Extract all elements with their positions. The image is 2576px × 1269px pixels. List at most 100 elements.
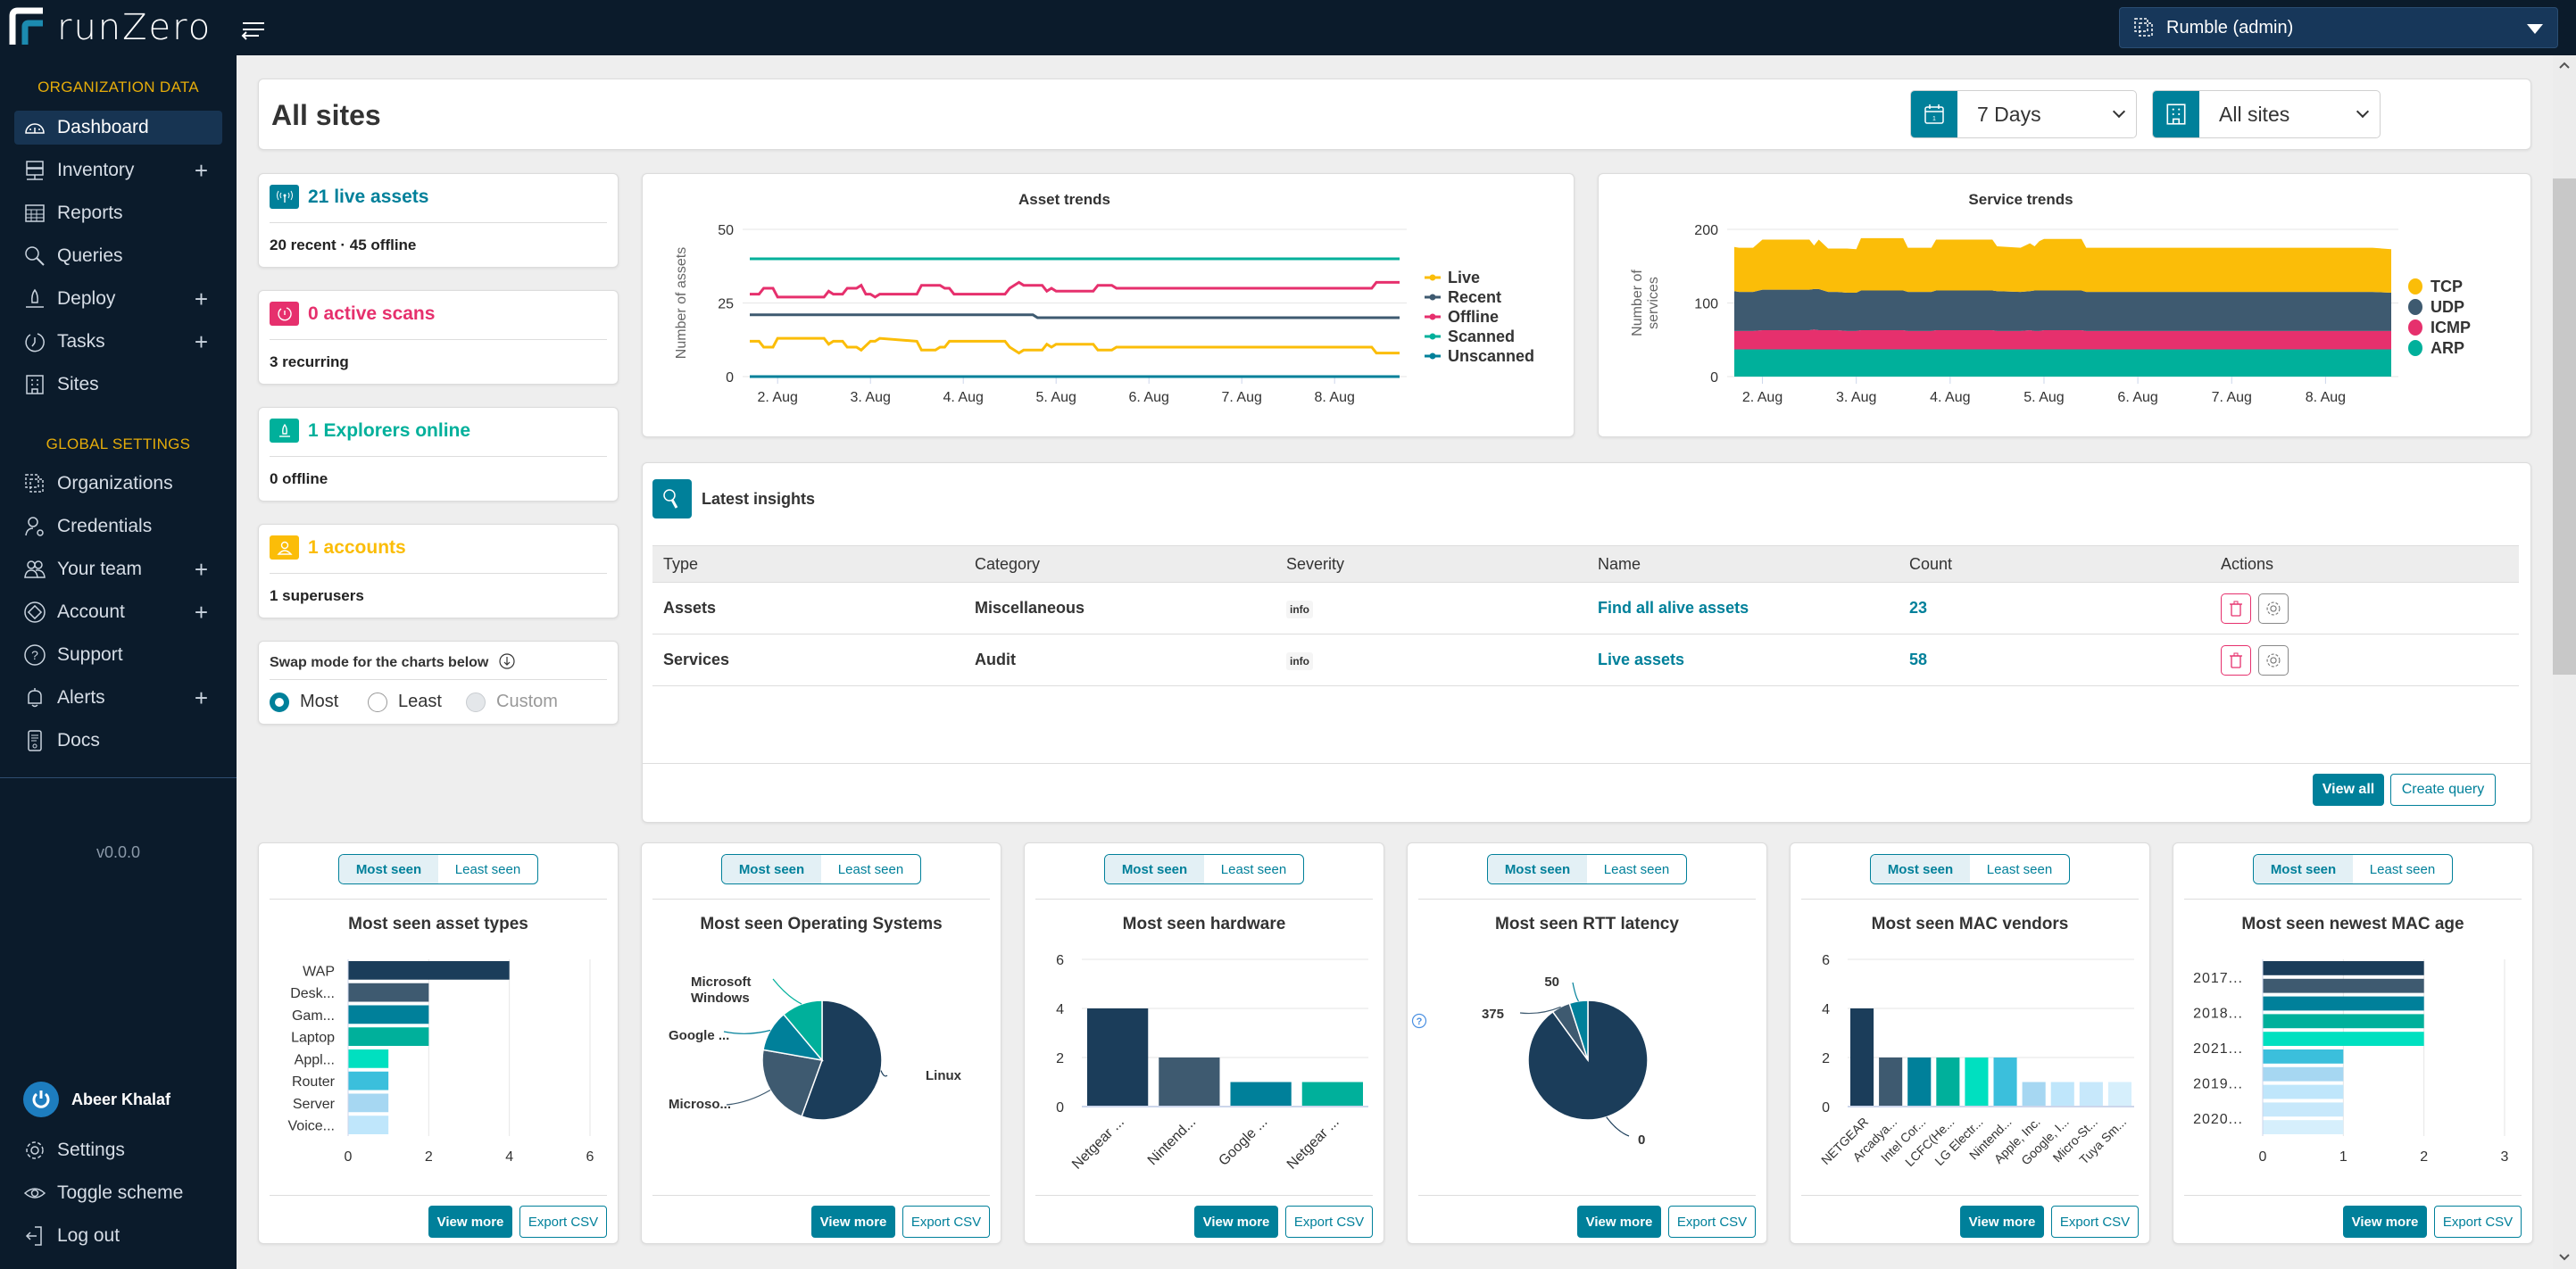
hardware-widget: Most seen Least seen Most seen hardware 0 2 4…: [1024, 842, 1384, 1244]
user-profile[interactable]: Abeer Khalaf: [23, 1082, 170, 1117]
svg-text:?: ?: [31, 648, 38, 662]
time-range-select[interactable]: 1 7 Days: [1910, 90, 2137, 138]
radio-least[interactable]: Least: [368, 692, 442, 712]
cell-category: Audit: [975, 651, 1016, 668]
sidebar-item-dashboard[interactable]: Dashboard: [14, 111, 222, 145]
delete-button[interactable]: [2221, 644, 2251, 676]
sidebar-item-credentials[interactable]: Credentials: [14, 510, 222, 543]
scrollbar-thumb[interactable]: [2553, 178, 2576, 675]
export-csv-button[interactable]: Export CSV: [2434, 1206, 2522, 1238]
least-seen-tab[interactable]: Least seen: [438, 855, 537, 883]
radio-most[interactable]: Most: [270, 692, 338, 712]
accounts-card[interactable]: 1 accounts 1 superusers: [258, 524, 619, 618]
least-seen-tab[interactable]: Least seen: [2353, 855, 2452, 883]
stat-title[interactable]: 21 live assets: [308, 187, 428, 208]
chart-title: Most seen Operating Systems: [700, 915, 943, 933]
view-more-button[interactable]: View more: [428, 1206, 512, 1238]
divider: [652, 899, 990, 900]
column-header-count[interactable]: Count: [1899, 555, 2210, 574]
delete-button[interactable]: [2221, 593, 2251, 624]
sidebar-item-log-out[interactable]: Log out: [14, 1219, 222, 1253]
sidebar-item-tasks[interactable]: Tasks +: [14, 325, 222, 359]
series-line-live: [750, 336, 1400, 355]
least-seen-tab[interactable]: Least seen: [1204, 855, 1303, 883]
export-csv-button[interactable]: Export CSV: [902, 1206, 990, 1238]
brand-logo[interactable]: runZero: [7, 5, 212, 50]
active-scans-card[interactable]: 0 active scans 3 recurring: [258, 290, 619, 385]
expand-plus-icon[interactable]: +: [195, 157, 208, 185]
collapse-menu-icon[interactable]: [239, 18, 266, 41]
view-more-button[interactable]: View more: [1960, 1206, 2044, 1238]
live-assets-card[interactable]: 21 live assets 20 recent · 45 offline: [258, 173, 619, 268]
sidebar-item-reports[interactable]: Reports: [14, 196, 222, 230]
rocket-icon: [26, 288, 44, 308]
export-csv-button[interactable]: Export CSV: [1668, 1206, 1756, 1238]
stat-title[interactable]: 0 active scans: [308, 303, 435, 325]
sidebar-item-support[interactable]: ? Support: [14, 638, 222, 672]
sidebar-item-queries[interactable]: Queries: [14, 239, 222, 273]
column-header-category[interactable]: Category: [964, 555, 1276, 574]
insight-name-link[interactable]: Find all alive assets: [1598, 599, 1749, 617]
create-query-button[interactable]: Create query: [2390, 774, 2496, 806]
scroll-up-icon[interactable]: [2558, 59, 2571, 71]
view-more-button[interactable]: View more: [1194, 1206, 1278, 1238]
most-seen-tab[interactable]: Most seen: [1488, 855, 1587, 883]
export-csv-button[interactable]: Export CSV: [519, 1206, 607, 1238]
most-seen-tab[interactable]: Most seen: [2254, 855, 2353, 883]
bar: [1087, 1008, 1149, 1107]
info-down-icon[interactable]: [498, 652, 516, 670]
divider: [270, 573, 607, 574]
least-seen-tab[interactable]: Least seen: [821, 855, 920, 883]
expand-plus-icon[interactable]: +: [195, 328, 208, 356]
view-all-button[interactable]: View all: [2313, 774, 2384, 806]
most-seen-tab[interactable]: Most seen: [1871, 855, 1970, 883]
radio-custom[interactable]: Custom: [466, 692, 558, 712]
sidebar-item-your-team[interactable]: Your team +: [14, 552, 222, 586]
sidebar-item-docs[interactable]: Docs: [14, 724, 222, 758]
bar: [2263, 1120, 2344, 1134]
divider: [270, 222, 607, 223]
view-more-button[interactable]: View more: [811, 1206, 895, 1238]
least-seen-tab[interactable]: Least seen: [1587, 855, 1686, 883]
column-header-name[interactable]: Name: [1587, 555, 1899, 574]
site-select[interactable]: All sites: [2152, 90, 2381, 138]
insight-count-link[interactable]: 23: [1909, 599, 1927, 617]
export-csv-button[interactable]: Export CSV: [2051, 1206, 2139, 1238]
expand-plus-icon[interactable]: +: [195, 556, 208, 584]
organization-selector[interactable]: Rumble (admin): [2119, 7, 2558, 48]
rtt-latency-widget: Most seen Least seen Most seen RTT latency…: [1407, 842, 1767, 1244]
sidebar-item-inventory[interactable]: Inventory +: [14, 153, 222, 187]
stat-title[interactable]: 1 accounts: [308, 537, 406, 559]
column-header-type[interactable]: Type: [652, 555, 964, 574]
expand-plus-icon[interactable]: +: [195, 286, 208, 313]
insight-name-link[interactable]: Live assets: [1598, 651, 1684, 668]
sidebar-item-settings[interactable]: Settings: [14, 1133, 222, 1167]
sidebar-item-account[interactable]: Account +: [14, 595, 222, 629]
gear-icon: [26, 1141, 44, 1159]
export-csv-button[interactable]: Export CSV: [1285, 1206, 1373, 1238]
sidebar-item-alerts[interactable]: Alerts +: [14, 681, 222, 715]
insights-table: Type Category Severity Name Count Action…: [652, 545, 2519, 686]
explorers-card[interactable]: 1 Explorers online 0 offline: [258, 407, 619, 502]
scroll-down-icon[interactable]: [2558, 1251, 2571, 1264]
insight-count-link[interactable]: 58: [1909, 651, 1927, 668]
settings-button[interactable]: [2258, 644, 2289, 676]
sidebar-item-label: Credentials: [57, 516, 153, 536]
most-seen-tab[interactable]: Most seen: [339, 855, 438, 883]
bar: [2263, 1049, 2344, 1064]
column-header-severity[interactable]: Severity: [1276, 555, 1587, 574]
view-more-button[interactable]: View more: [1577, 1206, 1661, 1238]
most-seen-tab[interactable]: Most seen: [1105, 855, 1204, 883]
settings-button[interactable]: [2258, 593, 2289, 624]
sidebar-item-toggle-scheme[interactable]: Toggle scheme: [14, 1176, 222, 1210]
sidebar-item-deploy[interactable]: Deploy +: [14, 282, 222, 316]
sidebar-item-organizations[interactable]: Organizations: [14, 467, 222, 501]
view-more-button[interactable]: View more: [2343, 1206, 2427, 1238]
most-seen-tab[interactable]: Most seen: [722, 855, 821, 883]
expand-plus-icon[interactable]: +: [195, 599, 208, 626]
least-seen-tab[interactable]: Least seen: [1970, 855, 2069, 883]
stat-title[interactable]: 1 Explorers online: [308, 420, 470, 442]
expand-plus-icon[interactable]: +: [195, 684, 208, 712]
bell-icon: [28, 688, 42, 708]
sidebar-item-sites[interactable]: Sites: [14, 368, 222, 402]
